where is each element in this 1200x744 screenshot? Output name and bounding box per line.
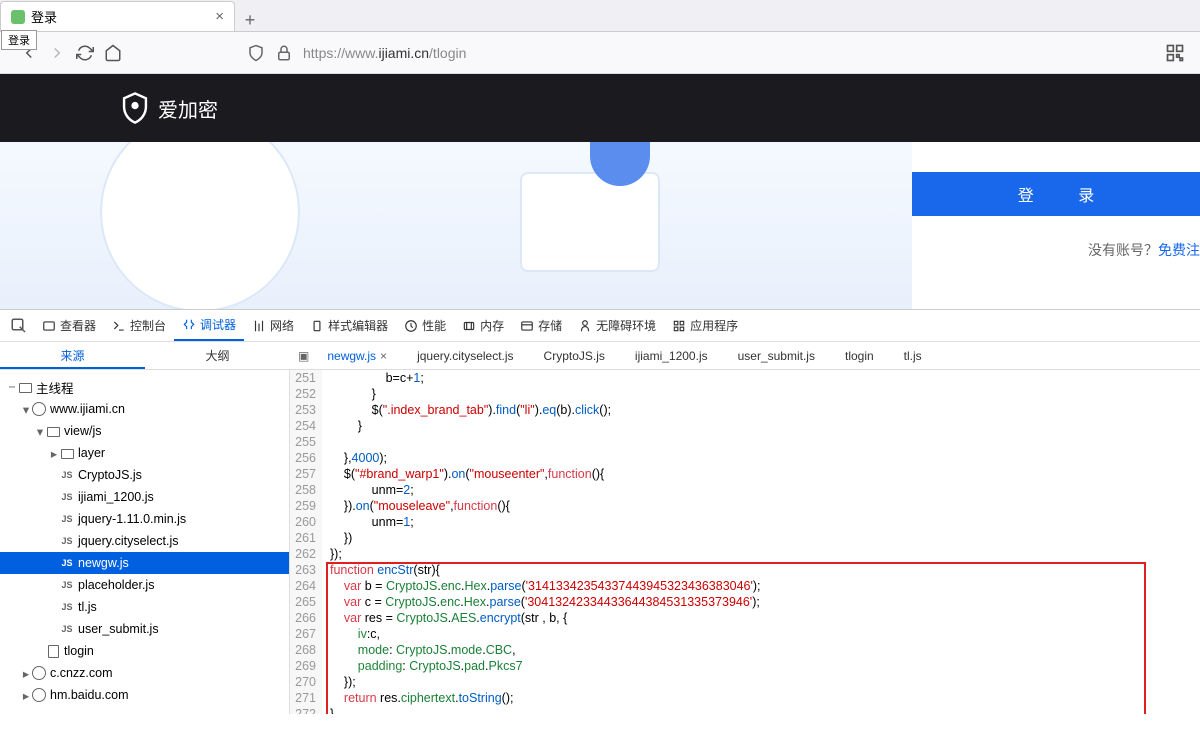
tree-node[interactable]: ▸c.cnzz.com [0, 662, 289, 684]
devtools-tab-1[interactable]: 控制台 [104, 310, 174, 341]
code-line[interactable]: 258 unm=2; [290, 482, 1200, 498]
devtools-tab-7[interactable]: 存储 [512, 310, 570, 341]
source-sub-tab-1[interactable]: 大纲 [145, 342, 290, 369]
tree-node[interactable]: −主线程 [0, 376, 289, 398]
code-line[interactable]: 255 [290, 434, 1200, 450]
code-line[interactable]: 272} [290, 706, 1200, 714]
code-line[interactable]: 266 var res = CryptoJS.AES.encrypt(str ,… [290, 610, 1200, 626]
tree-node[interactable]: ▸hm.baidu.com [0, 684, 289, 706]
qr-icon[interactable] [1165, 43, 1185, 63]
login-panel: 登 录 没有账号？免费注 [912, 142, 1200, 309]
code-line[interactable]: 265 var c = CryptoJS.enc.Hex.parse('3041… [290, 594, 1200, 610]
url-text: https://www.ijiami.cn/tlogin [303, 45, 466, 61]
browser-tab[interactable]: 登录 × 登录 [0, 1, 235, 31]
shield-icon [120, 91, 150, 125]
code-line[interactable]: 259 }).on("mouseleave",function(){ [290, 498, 1200, 514]
tab-favicon [11, 10, 25, 24]
tree-node[interactable]: tlogin [0, 640, 289, 662]
login-button[interactable]: 登 录 [912, 172, 1200, 216]
new-tab-button[interactable]: + [235, 10, 265, 31]
tree-node[interactable]: JSnewgw.js [0, 552, 289, 574]
tree-node[interactable]: ▸layer [0, 442, 289, 464]
home-button[interactable] [99, 39, 127, 67]
tree-node[interactable]: JSjquery-1.11.0.min.js [0, 508, 289, 530]
tree-node[interactable]: JSCryptoJS.js [0, 464, 289, 486]
code-line[interactable]: 263function encStr(str){ [290, 562, 1200, 578]
code-editor[interactable]: 251 b=c+1;252 }253 $(".index_brand_tab")… [290, 370, 1200, 714]
browser-tab-bar: 登录 × 登录 + [0, 0, 1200, 32]
open-file-tab[interactable]: tlogin [845, 349, 874, 363]
tree-node[interactable]: JSijiami_1200.js [0, 486, 289, 508]
devtools-tab-4[interactable]: 样式编辑器 [302, 310, 396, 341]
close-tab-icon[interactable]: × [215, 8, 224, 25]
login-footer: 没有账号？免费注 [912, 216, 1200, 260]
devtools-tab-0[interactable]: 查看器 [34, 310, 104, 341]
tree-node[interactable]: JSuser_submit.js [0, 618, 289, 640]
devtools-tab-2[interactable]: 调试器 [174, 310, 244, 341]
toggle-pane-icon[interactable]: ▣ [298, 349, 309, 363]
devtools-subbar: 来源大纲 ▣ newgw.js × jquery.cityselect.js Cry… [0, 342, 1200, 370]
devtools-tab-5[interactable]: 性能 [396, 310, 454, 341]
brand-name: 爱加密 [158, 94, 218, 123]
code-line[interactable]: 261 }) [290, 530, 1200, 546]
open-file-tab[interactable]: tl.js [904, 349, 922, 363]
open-file-tab[interactable]: jquery.cityselect.js [417, 349, 513, 363]
shield-icon [247, 44, 265, 62]
tree-node[interactable]: JSjquery.cityselect.js [0, 530, 289, 552]
lock-icon [275, 44, 293, 62]
code-line[interactable]: 252 } [290, 386, 1200, 402]
reload-button[interactable] [71, 39, 99, 67]
code-line[interactable]: 260 unm=1; [290, 514, 1200, 530]
site-header: 爱加密 [0, 74, 1200, 142]
tree-node[interactable]: ▾www.ijiami.cn [0, 398, 289, 420]
source-tree[interactable]: −主线程▾www.ijiami.cn▾view/js▸layerJSCrypto… [0, 370, 290, 714]
address-bar[interactable]: https://www.ijiami.cn/tlogin [247, 38, 1165, 68]
inspect-icon[interactable] [8, 312, 30, 340]
open-file-tab[interactable]: CryptoJS.js [544, 349, 605, 363]
code-line[interactable]: 254 } [290, 418, 1200, 434]
code-line[interactable]: 262}); [290, 546, 1200, 562]
tab-title: 登录 [31, 7, 57, 26]
forward-button[interactable] [43, 39, 71, 67]
register-link[interactable]: 免费注 [1158, 242, 1200, 258]
devtools-tabs: 查看器控制台调试器网络样式编辑器性能内存存储无障碍环境应用程序 [0, 310, 1200, 342]
devtools: 查看器控制台调试器网络样式编辑器性能内存存储无障碍环境应用程序 来源大纲 ▣ n… [0, 309, 1200, 714]
brand-logo[interactable]: 爱加密 [120, 91, 218, 125]
tree-node[interactable]: JSplaceholder.js [0, 574, 289, 596]
hero-section: 登 录 没有账号？免费注 [0, 142, 1200, 309]
browser-nav-bar: https://www.ijiami.cn/tlogin [0, 32, 1200, 74]
code-line[interactable]: 257 $("#brand_warp1").on("mouseenter",fu… [290, 466, 1200, 482]
open-file-tab[interactable]: newgw.js × [327, 349, 387, 363]
devtools-tab-3[interactable]: 网络 [244, 310, 302, 341]
code-line[interactable]: 264 var b = CryptoJS.enc.Hex.parse('3141… [290, 578, 1200, 594]
tree-node[interactable]: JStl.js [0, 596, 289, 618]
open-file-tab[interactable]: user_submit.js [738, 349, 815, 363]
code-line[interactable]: 271 return res.ciphertext.toString(); [290, 690, 1200, 706]
code-line[interactable]: 256 },4000); [290, 450, 1200, 466]
code-line[interactable]: 268 mode: CryptoJS.mode.CBC, [290, 642, 1200, 658]
tab-tooltip: 登录 [1, 30, 37, 50]
devtools-tab-8[interactable]: 无障碍环境 [570, 310, 664, 341]
open-file-tab[interactable]: ijiami_1200.js [635, 349, 708, 363]
code-line[interactable]: 253 $(".index_brand_tab").find("li").eq(… [290, 402, 1200, 418]
code-line[interactable]: 269 padding: CryptoJS.pad.Pkcs7 [290, 658, 1200, 674]
devtools-tab-6[interactable]: 内存 [454, 310, 512, 341]
close-file-icon[interactable]: × [380, 349, 387, 363]
tree-node[interactable]: ▾view/js [0, 420, 289, 442]
code-line[interactable]: 267 iv:c, [290, 626, 1200, 642]
code-line[interactable]: 251 b=c+1; [290, 370, 1200, 386]
code-line[interactable]: 270 }); [290, 674, 1200, 690]
devtools-tab-9[interactable]: 应用程序 [664, 310, 746, 341]
source-sub-tab-0[interactable]: 来源 [0, 342, 145, 369]
